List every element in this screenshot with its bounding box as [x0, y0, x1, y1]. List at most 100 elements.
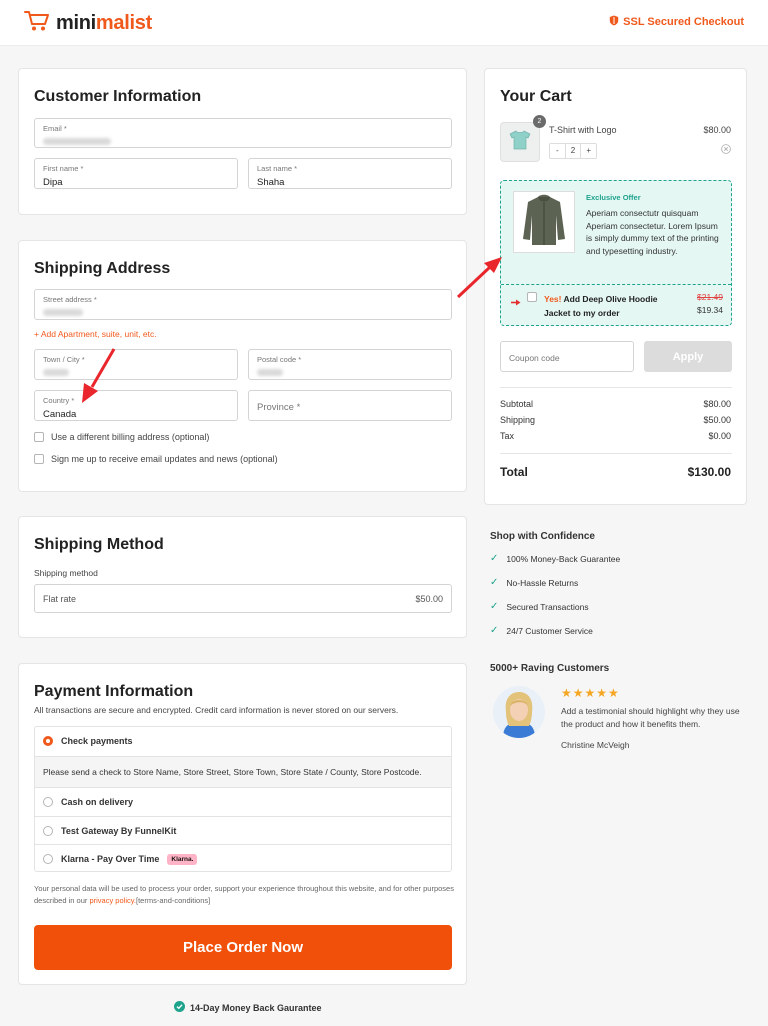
klarna-label: Klarna - Pay Over Time [61, 854, 160, 864]
coupon-placeholder: Coupon code [509, 353, 560, 363]
add-offer-label: Yes! Add Deep Olive Hoodie Jacket to my … [544, 294, 658, 318]
confidence-item: ✓ Secured Transactions [490, 601, 589, 612]
apply-coupon-button[interactable]: Apply [644, 341, 732, 372]
coupon-input[interactable]: Coupon code [500, 341, 634, 372]
email-label: Email * [43, 124, 67, 133]
offer-description: Aperiam consectutr quisquam Aperiam cons… [586, 208, 719, 256]
quantity-stepper[interactable]: - 2 + [549, 143, 597, 159]
add-offer-checkbox[interactable] [527, 292, 537, 302]
privacy-notice: Your personal data will be used to proce… [34, 884, 454, 905]
customer-info-title: Customer Information [34, 88, 202, 105]
testimonial-author: Christine McVeigh [561, 740, 630, 750]
street-value-blurred [43, 309, 83, 316]
payment-subtitle: All transactions are secure and encrypte… [34, 705, 399, 715]
payment-info-title: Payment Information [34, 683, 194, 700]
country-label: Country * [43, 396, 75, 405]
first-name-field[interactable]: First name * Dipa [34, 158, 238, 189]
annotation-arrow-to-offer [456, 257, 502, 299]
total-row: Total $130.00 [500, 465, 731, 479]
exclusive-offer-box: Exclusive Offer Aperiam consectutr quisq… [500, 180, 732, 326]
cart-item-thumbnail [500, 122, 540, 162]
postal-code-field[interactable]: Postal code * [248, 349, 452, 380]
offer-divider [501, 284, 731, 285]
annotation-arrow-to-country [82, 348, 116, 403]
payment-option-klarna[interactable]: Klarna - Pay Over Time Klarna. [35, 844, 451, 871]
cart-section: Your Cart 2 T-Shirt with Logo $80.00 - 2… [484, 68, 747, 505]
payment-methods-list: Check payments Please send a check to St… [34, 726, 452, 872]
testimonial-text: Add a testimonial should highlight why t… [561, 706, 740, 729]
country-value: Canada [43, 409, 77, 420]
klarna-radio[interactable] [43, 854, 53, 864]
first-name-label: First name * [43, 164, 84, 173]
country-field[interactable]: Country * Canada [34, 390, 238, 421]
check-payments-label: Check payments [61, 736, 133, 746]
confidence-item: ✓ No-Hassle Returns [490, 577, 579, 588]
shipping-option-name: Flat rate [43, 594, 77, 604]
cart-item-qty-badge: 2 [533, 115, 546, 128]
shipping-option-flat-rate[interactable]: Flat rate $50.00 [34, 584, 452, 613]
check-payments-radio[interactable] [43, 736, 53, 746]
shipping-method-section: Shipping Method Shipping method Flat rat… [18, 516, 467, 638]
testimonial-title: 5000+ Raving Customers [490, 663, 610, 674]
checkmark-icon: ✓ [490, 553, 499, 564]
town-value-blurred [43, 369, 69, 376]
cod-radio[interactable] [43, 797, 53, 807]
payment-info-section: Payment Information All transactions are… [18, 663, 467, 985]
hoodie-icon [522, 193, 566, 252]
payment-option-cod[interactable]: Cash on delivery [35, 787, 451, 816]
street-address-label: Street address * [43, 295, 97, 304]
town-city-field[interactable]: Town / City * [34, 349, 238, 380]
check-payments-note: Please send a check to Store Name, Store… [35, 756, 451, 787]
email-signup-label: Sign me up to receive email updates and … [51, 454, 278, 464]
total-divider [500, 453, 732, 454]
payment-option-test-gateway[interactable]: Test Gateway By FunnelKit [35, 816, 451, 844]
email-field[interactable]: Email * [34, 118, 452, 148]
shipping-method-title: Shipping Method [34, 536, 164, 553]
shield-icon [609, 15, 619, 29]
shipping-address-title: Shipping Address [34, 260, 171, 277]
cart-item-price: $80.00 [703, 125, 731, 135]
add-apartment-link[interactable]: + Add Apartment, suite, unit, etc. [34, 329, 157, 339]
logo[interactable]: minimalist [24, 10, 152, 37]
checkmark-icon: ✓ [490, 625, 499, 636]
klarna-badge: Klarna. [167, 853, 198, 865]
postal-code-label: Postal code * [257, 355, 302, 364]
email-signup-checkbox-row[interactable]: Sign me up to receive email updates and … [34, 454, 278, 464]
qty-minus-button[interactable]: - [550, 144, 566, 158]
checkmark-icon: ✓ [490, 601, 499, 612]
test-gateway-label: Test Gateway By FunnelKit [61, 825, 177, 836]
billing-address-label: Use a different billing address (optiona… [51, 432, 210, 442]
qty-value: 2 [570, 146, 576, 155]
street-address-field[interactable]: Street address * [34, 289, 452, 320]
shipping-method-label: Shipping method [34, 568, 98, 578]
tshirt-icon [509, 130, 531, 155]
billing-address-checkbox-row[interactable]: Use a different billing address (optiona… [34, 432, 209, 442]
hoodie-product-image [513, 191, 575, 253]
ssl-badge: SSL Secured Checkout [609, 15, 744, 29]
arrow-right-icon [511, 293, 521, 311]
billing-address-checkbox[interactable] [34, 432, 44, 442]
qty-plus-button[interactable]: + [580, 144, 596, 158]
remove-item-icon[interactable] [721, 141, 731, 159]
money-back-guarantee: 14-Day Money Back Gaurantee [174, 1001, 322, 1014]
logo-text: minimalist [56, 12, 152, 34]
email-signup-checkbox[interactable] [34, 454, 44, 464]
payment-option-check[interactable]: Check payments [35, 727, 451, 756]
cart-title: Your Cart [500, 88, 572, 105]
email-value-blurred [43, 138, 111, 145]
summary-divider [500, 387, 732, 388]
confidence-item: ✓ 100% Money-Back Guarantee [490, 553, 621, 564]
cart-logo-icon [24, 10, 50, 37]
test-gateway-radio[interactable] [43, 825, 53, 836]
place-order-button[interactable]: Place Order Now [34, 925, 452, 970]
last-name-field[interactable]: Last name * Shaha [248, 158, 452, 189]
confidence-item: ✓ 24/7 Customer Service [490, 625, 593, 636]
province-placeholder: Province * [257, 402, 301, 413]
province-field[interactable]: Province * [248, 390, 452, 421]
cart-item-name: T-Shirt with Logo [549, 125, 617, 135]
offer-old-price: $21.49 [697, 292, 723, 302]
tax-row: Tax $0.00 [500, 431, 731, 441]
postal-value-blurred [257, 369, 283, 376]
customer-info-section: Customer Information Email * First name … [18, 68, 467, 215]
privacy-policy-link[interactable]: privacy policy. [89, 896, 136, 905]
